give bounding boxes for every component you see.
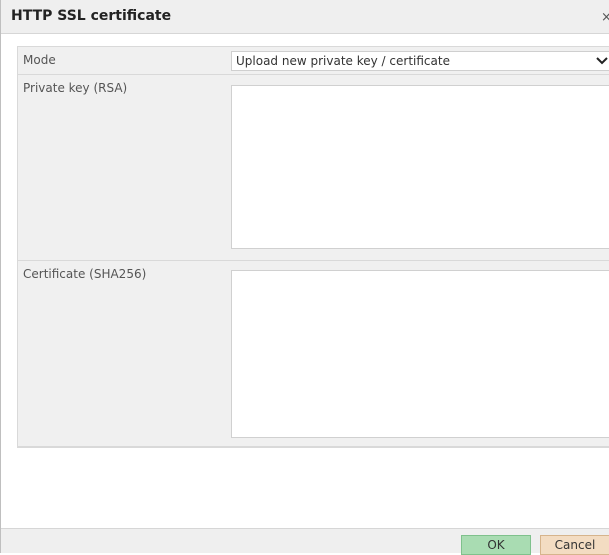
mode-select-value: Upload new private key / certificate bbox=[236, 54, 450, 68]
mode-label: Mode bbox=[23, 53, 56, 67]
dialog-footer: OK Cancel bbox=[1, 528, 609, 555]
private-key-label: Private key (RSA) bbox=[23, 81, 128, 95]
mode-row: Mode Upload new private key / certificat… bbox=[18, 47, 609, 75]
chevron-down-icon bbox=[596, 57, 608, 65]
dialog-title: HTTP SSL certificate bbox=[11, 8, 172, 24]
private-key-row: Private key (RSA) bbox=[18, 75, 609, 261]
ok-button[interactable]: OK bbox=[461, 535, 531, 555]
dialog-titlebar: HTTP SSL certificate × bbox=[1, 0, 609, 34]
close-icon[interactable]: × bbox=[601, 10, 609, 25]
cancel-button[interactable]: Cancel bbox=[540, 535, 609, 555]
certificate-textarea[interactable] bbox=[231, 270, 609, 438]
certificate-row: Certificate (SHA256) bbox=[18, 261, 609, 447]
ssl-certificate-dialog: HTTP SSL certificate × Mode Upload new p… bbox=[0, 0, 609, 555]
certificate-form: Mode Upload new private key / certificat… bbox=[17, 46, 609, 448]
mode-select[interactable]: Upload new private key / certificate bbox=[231, 51, 609, 71]
certificate-label: Certificate (SHA256) bbox=[23, 267, 147, 281]
private-key-textarea[interactable] bbox=[231, 85, 609, 249]
